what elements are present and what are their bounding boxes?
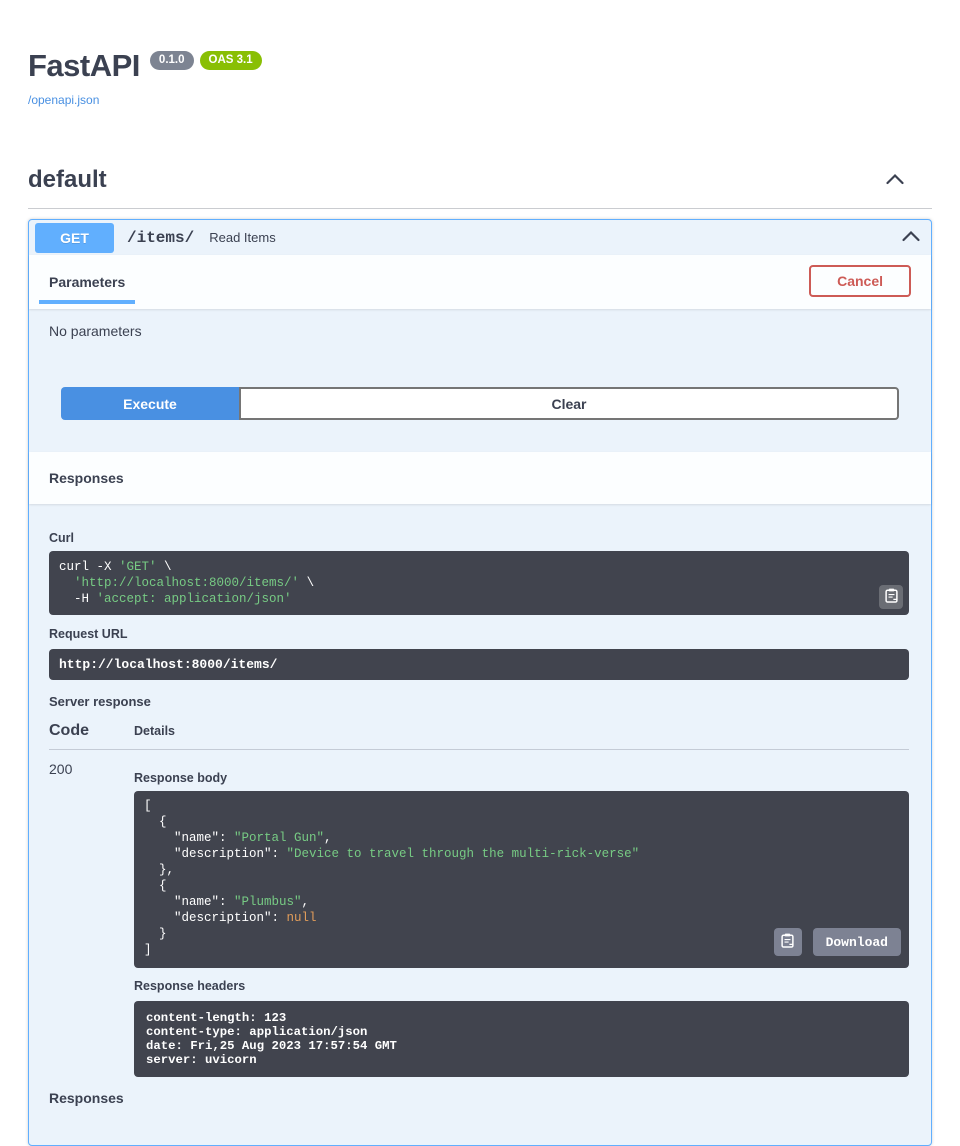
request-url-block: http://localhost:8000/items/	[49, 649, 909, 680]
responses-title: Responses	[49, 470, 124, 486]
operation-description: Read Items	[209, 230, 275, 245]
responses-body: Curl curl -X 'GET' \ 'http://localhost:8…	[29, 504, 931, 1145]
operation-summary[interactable]: GET /items/ Read Items	[29, 220, 931, 255]
copy-curl-button[interactable]	[879, 585, 903, 609]
badges: 0.1.0 OAS 3.1	[150, 51, 262, 70]
clipboard-copy-icon	[885, 588, 898, 606]
curl-code-block: curl -X 'GET' \ 'http://localhost:8000/i…	[49, 551, 909, 615]
server-response-table: Code Details 200 Response body [ { "name…	[49, 722, 909, 1077]
download-button[interactable]: Download	[813, 928, 901, 956]
response-body-block: [ { "name": "Portal Gun", "description":…	[134, 791, 909, 968]
tag-title: default	[28, 165, 107, 195]
table-row: 200 Response body [ { "name": "Portal Gu…	[49, 750, 909, 1077]
no-parameters-text: No parameters	[49, 323, 142, 339]
table-header-row: Code Details	[49, 722, 909, 750]
response-headers-block: content-length: 123 content-type: applic…	[134, 1001, 909, 1077]
execute-wrapper: Execute Clear	[61, 387, 899, 420]
operation-collapse-button[interactable]	[901, 230, 921, 245]
response-headers-label: Response headers	[134, 979, 909, 993]
request-url-label: Request URL	[49, 627, 909, 641]
curl-command: curl -X 'GET' \ 'http://localhost:8000/i…	[59, 559, 899, 607]
openapi-spec-link[interactable]: /openapi.json	[28, 93, 99, 107]
response-body-label: Response body	[134, 771, 909, 785]
details-column-header: Details	[134, 724, 175, 738]
page: FastAPI 0.1.0 OAS 3.1 /openapi.json defa…	[0, 0, 960, 1146]
status-code: 200	[49, 750, 134, 1077]
tab-parameters[interactable]: Parameters	[39, 274, 135, 304]
response-body-actions: Download	[774, 928, 901, 956]
tag-section-header[interactable]: default	[28, 165, 932, 209]
api-info: FastAPI 0.1.0 OAS 3.1 /openapi.json	[28, 0, 932, 109]
api-title: FastAPI	[28, 48, 140, 84]
method-badge: GET	[35, 223, 114, 253]
version-badge: 0.1.0	[150, 51, 194, 70]
clear-button[interactable]: Clear	[239, 387, 899, 420]
chevron-up-icon	[885, 173, 905, 188]
copy-response-button[interactable]	[774, 928, 802, 956]
server-response-label: Server response	[49, 694, 909, 709]
details-cell: Response body [ { "name": "Portal Gun", …	[134, 750, 909, 1077]
execute-button[interactable]: Execute	[61, 387, 239, 420]
oas-badge: OAS 3.1	[200, 51, 262, 70]
operation-block-get-items: GET /items/ Read Items Parameters Cancel…	[28, 219, 932, 1146]
request-url-value: http://localhost:8000/items/	[59, 657, 277, 672]
code-column-header: Code	[49, 722, 134, 740]
parameters-body: No parameters	[29, 309, 931, 339]
curl-label: Curl	[49, 531, 909, 545]
clipboard-copy-icon	[781, 933, 794, 951]
chevron-up-icon	[901, 230, 921, 245]
responses-section-header: Responses	[29, 452, 931, 504]
documented-responses-title: Responses	[49, 1090, 909, 1106]
cancel-button[interactable]: Cancel	[809, 265, 911, 297]
operation-path: /items/	[127, 229, 194, 247]
tag-collapse-button[interactable]	[885, 173, 905, 188]
parameters-section-header: Parameters Cancel	[29, 255, 931, 309]
